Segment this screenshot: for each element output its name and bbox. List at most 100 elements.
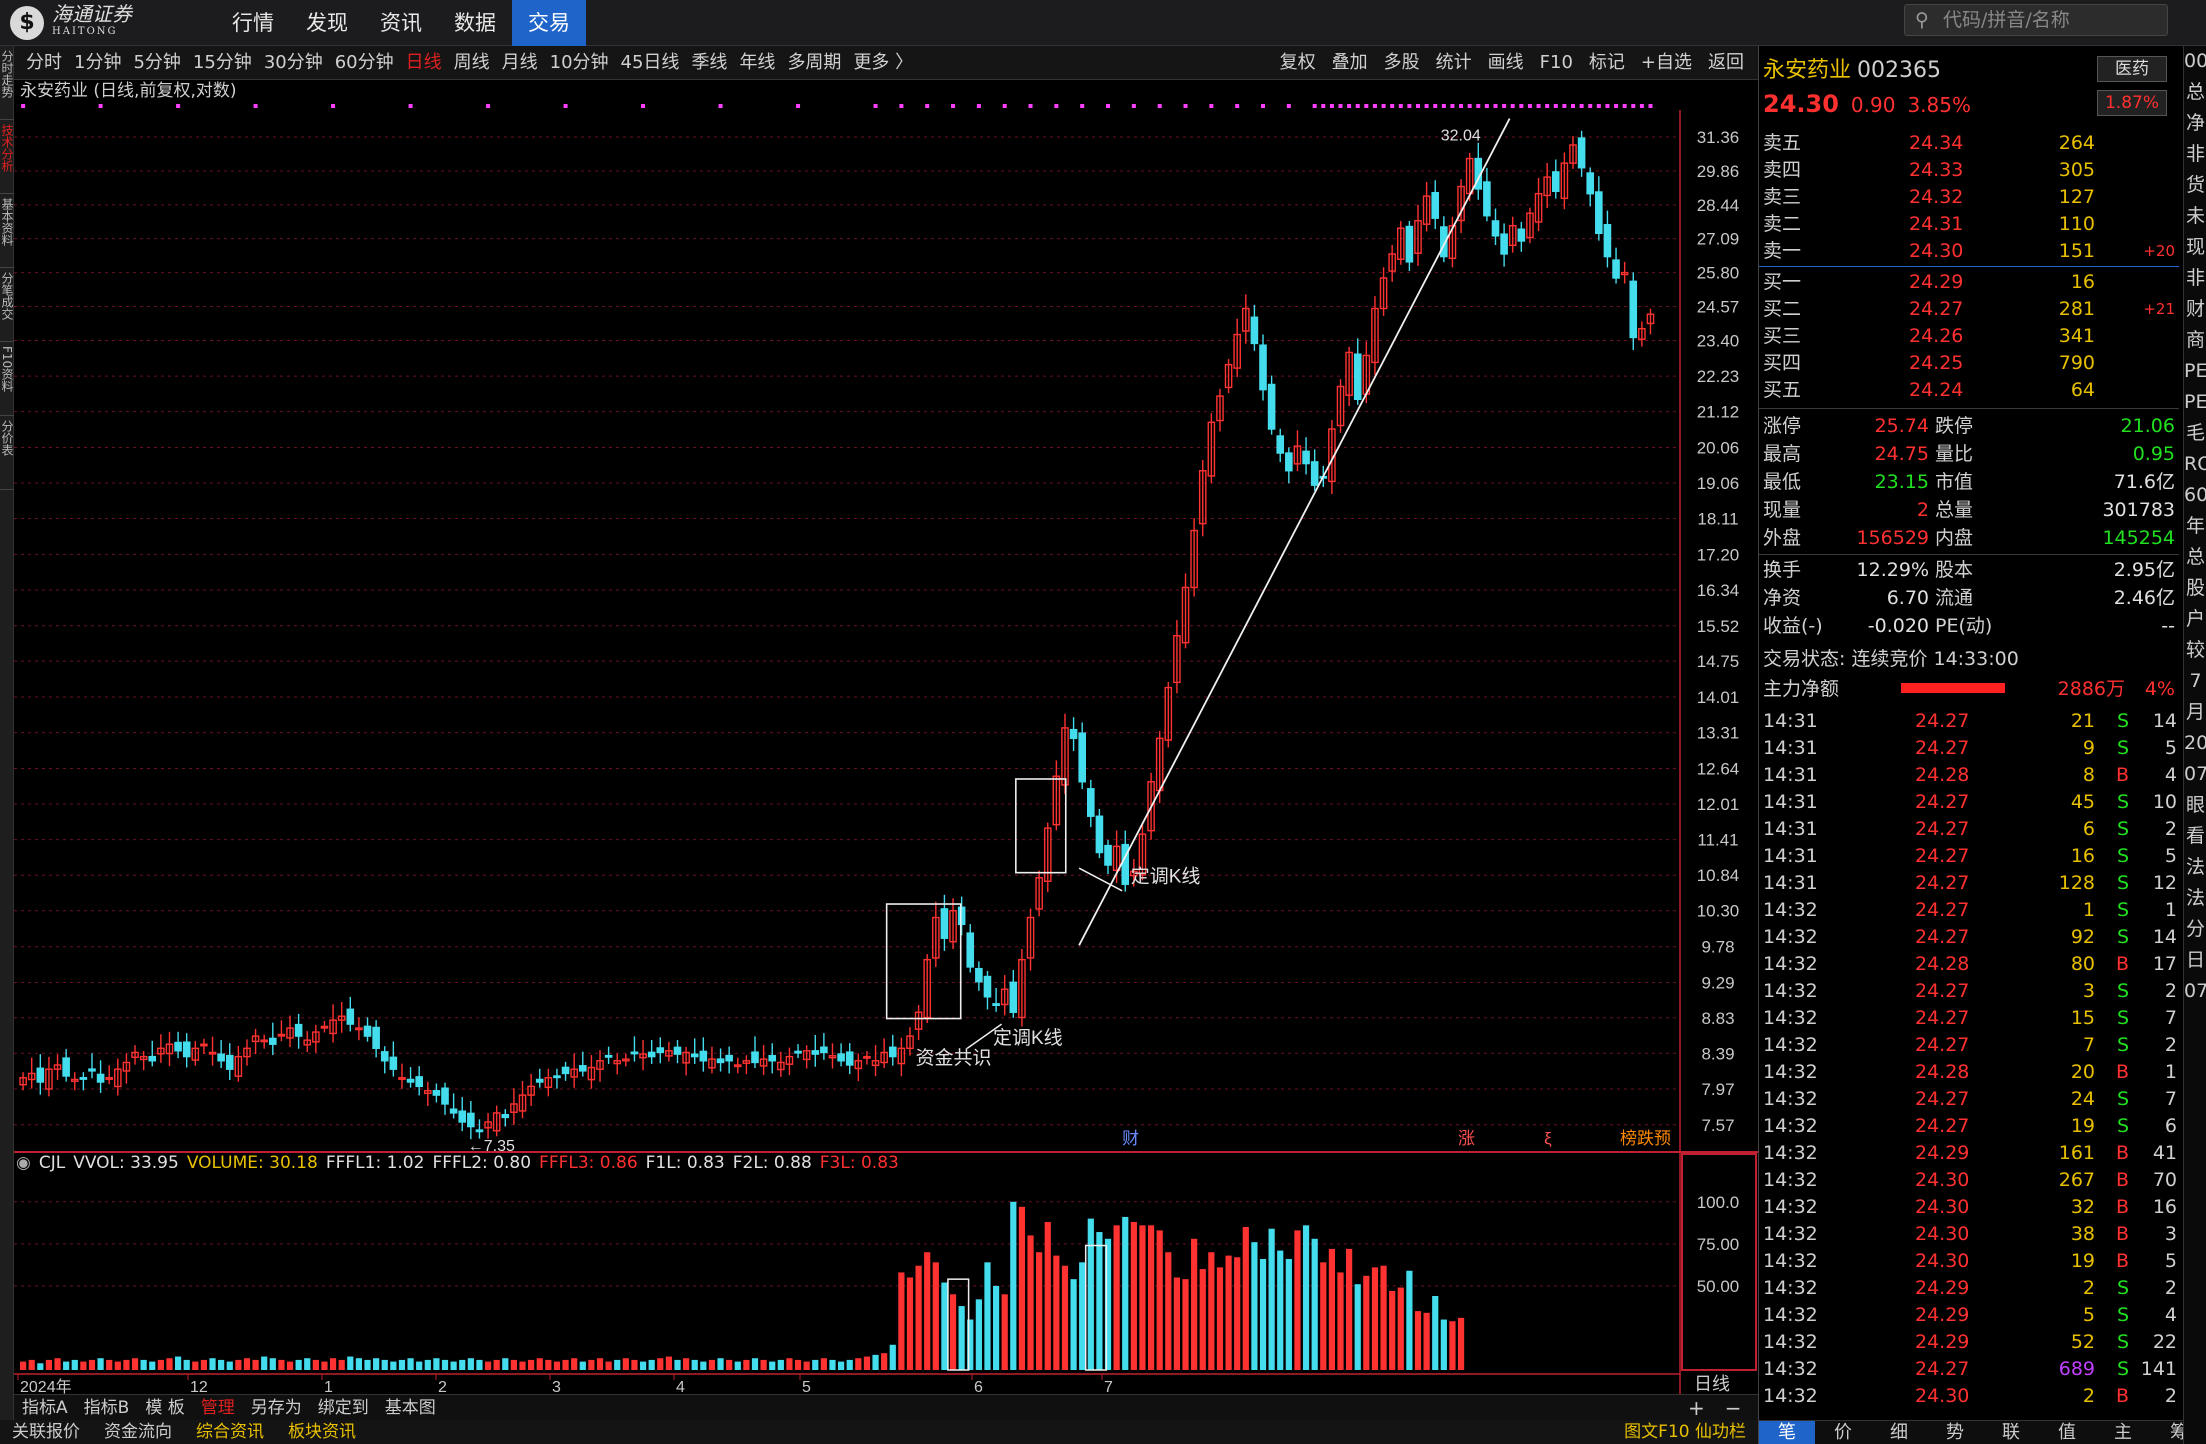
period-12[interactable]: 年线 [733,46,781,80]
tick-price: 24.27 [1915,737,1970,759]
menu-3[interactable]: 数据 [438,0,512,46]
tick-row: 14:32 24.27 19 S 6 [1759,1113,2179,1140]
period-10[interactable]: 45日线 [615,46,686,80]
status-right[interactable]: 图文F10 仙功栏 [1612,1420,1758,1444]
tool-3[interactable]: 统计 [1428,46,1480,80]
period-0[interactable]: 分时 [20,46,68,80]
ask-row: 卖一 24.30 151 +20 [1759,238,2179,265]
signal-dot [1398,104,1403,108]
tool-2[interactable]: 多股 [1376,46,1428,80]
info-strip-item: 现 [2185,236,2205,258]
left-tab-2[interactable]: 基本资料 [0,194,14,268]
period-5[interactable]: 60分钟 [329,46,400,80]
period-3[interactable]: 15分钟 [187,46,258,80]
candle-body [36,1067,45,1083]
tool-6[interactable]: 标记 [1581,46,1633,80]
tick-time: 14:32 [1763,1358,1818,1380]
candlestick-chart[interactable]: 31.36 29.86 28.44 27.09 25.80 24.57 23.40 22.23… [14,80,1758,1394]
quote-tab-1[interactable]: 价 [1815,1421,1871,1444]
tick-time: 14:32 [1763,953,1818,975]
gear-icon[interactable]: ◉ [16,1152,31,1174]
bottom-tab-1[interactable]: 指标B [76,1395,138,1420]
status-item-2[interactable]: 综合资讯 [184,1420,276,1444]
bottom-tab-2[interactable]: 模 板 [137,1395,192,1420]
period-8[interactable]: 月线 [496,46,544,80]
info-strip-item: PE [2184,360,2206,382]
status-item-1[interactable]: 资金流向 [92,1420,184,1444]
menu-1[interactable]: 发现 [290,0,364,46]
volume-bar [1380,1265,1387,1370]
volume-bar [416,1361,423,1370]
volume-bar [1259,1258,1267,1370]
stock-search-input[interactable]: ⚲ 代码/拼音/名称 [1904,4,2168,36]
volume-bar [941,1282,948,1370]
volume-bar [648,1359,655,1370]
quote-tab-5[interactable]: 值 [2039,1421,2095,1444]
signal-dot [1080,104,1085,108]
candle-body [1551,171,1560,193]
left-tab-0[interactable]: 分时走势 [0,46,14,120]
tool-0[interactable]: 复权 [1272,46,1324,80]
period-9[interactable]: 10分钟 [544,46,615,80]
left-tab-3[interactable]: 分笔成交 [0,268,14,342]
tick-volume: 52 [2070,1331,2095,1353]
menu-0[interactable]: 行情 [216,0,290,46]
tick-side: S [2116,1304,2129,1326]
quote-tab-6[interactable]: 主 [2095,1421,2151,1444]
stat-value: 156529 [1856,527,1929,549]
period-14[interactable]: 更多 〉 [847,46,919,80]
signal-dot [1467,104,1472,108]
bottom-tab-4[interactable]: 另存为 [243,1395,310,1420]
bid-label: 买四 [1763,352,1802,374]
left-tab-5[interactable]: 分价表 [0,416,14,490]
quote-tab-3[interactable]: 势 [1927,1421,1983,1444]
status-item-3[interactable]: 板块资讯 [276,1420,368,1444]
period-1[interactable]: 1分钟 [68,46,127,80]
tick-count: 2 [2164,1034,2177,1056]
industry-button[interactable]: 医药 [2097,56,2167,82]
quote-tab-4[interactable]: 联 [1983,1421,2039,1444]
signal-dot [1347,104,1352,108]
quote-tab-2[interactable]: 细 [1871,1421,1927,1444]
zoom-in-button[interactable]: + [1688,1396,1705,1420]
period-6[interactable]: 日线 [400,46,448,80]
ask-label: 卖一 [1763,240,1802,262]
menu-4[interactable]: 交易 [512,0,586,46]
tick-side: S [2116,791,2129,813]
bottom-tab-6[interactable]: 基本图 [377,1395,444,1420]
event-marker-s: ξ [1544,1129,1552,1148]
period-4[interactable]: 30分钟 [258,46,329,80]
status-item-0[interactable]: 关联报价 [0,1420,92,1444]
candle-body [794,1050,802,1054]
tool-8[interactable]: 返回 [1700,46,1752,80]
signal-dot [1579,104,1584,108]
quote-tab-0[interactable]: 笔 [1759,1421,1815,1444]
candle-body [96,1073,105,1083]
candle-body [380,1051,389,1062]
period-7[interactable]: 周线 [448,46,496,80]
stat-value: 301783 [2102,499,2175,521]
tool-1[interactable]: 叠加 [1324,46,1376,80]
volume-bar [321,1361,328,1370]
left-tab-4[interactable]: F10资料 [0,342,14,416]
x-tick-label: 12 [190,1379,208,1394]
bottom-tab-0[interactable]: 指标A [14,1395,76,1420]
tick-side: S [2116,1277,2129,1299]
tool-4[interactable]: 画线 [1480,46,1532,80]
volume-bar [1294,1230,1301,1370]
tick-price: 24.28 [1915,953,1970,975]
signal-dot [1424,104,1429,108]
y-tick-label: 15.52 [1697,617,1740,636]
candle-body [845,1051,854,1066]
bottom-tab-5[interactable]: 绑定到 [310,1395,377,1420]
tool-7[interactable]: +自选 [1633,46,1700,80]
period-13[interactable]: 多周期 [781,46,847,80]
left-tab-1[interactable]: 技术分析 [0,120,14,194]
period-11[interactable]: 季线 [685,46,733,80]
bottom-tab-3[interactable]: 管理 [193,1395,243,1420]
signal-dot [1183,104,1188,108]
zoom-out-button[interactable]: − [1725,1396,1742,1420]
menu-2[interactable]: 资讯 [364,0,438,46]
tool-5[interactable]: F10 [1532,46,1581,80]
period-2[interactable]: 5分钟 [127,46,186,80]
